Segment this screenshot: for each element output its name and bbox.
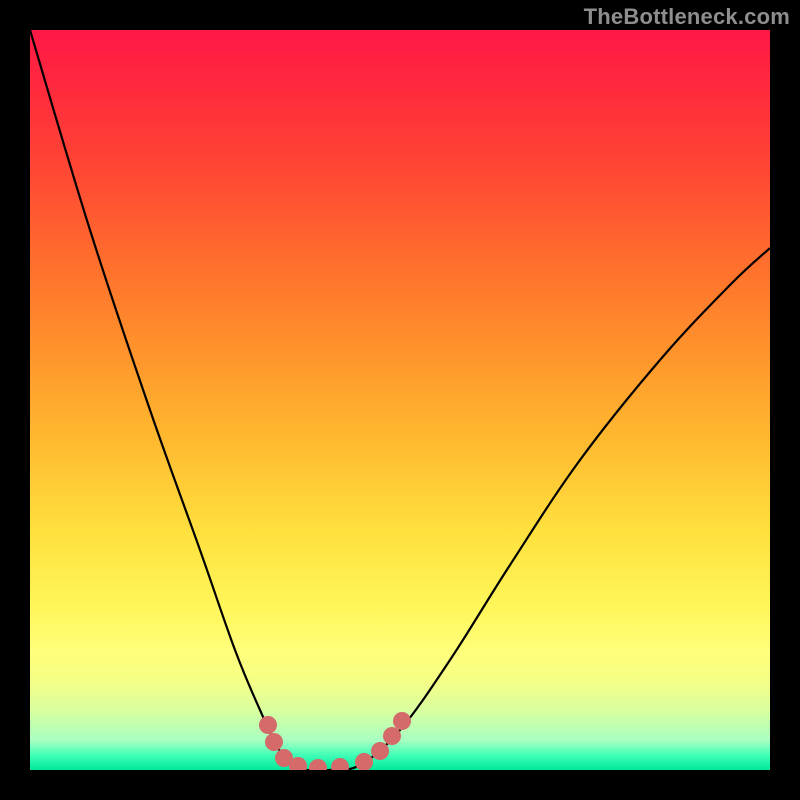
curve-svg (30, 30, 770, 770)
curve-dot (355, 753, 373, 770)
curve-dot (331, 758, 349, 770)
bottleneck-curve (30, 30, 770, 770)
plot-area (30, 30, 770, 770)
curve-dot (259, 716, 277, 734)
curve-dot (309, 759, 327, 770)
curve-dot (383, 727, 401, 745)
watermark-text: TheBottleneck.com (584, 4, 790, 30)
curve-dot (393, 712, 411, 730)
curve-dot (371, 742, 389, 760)
curve-dot (265, 733, 283, 751)
chart-container: TheBottleneck.com (0, 0, 800, 800)
curve-dots (259, 712, 411, 770)
